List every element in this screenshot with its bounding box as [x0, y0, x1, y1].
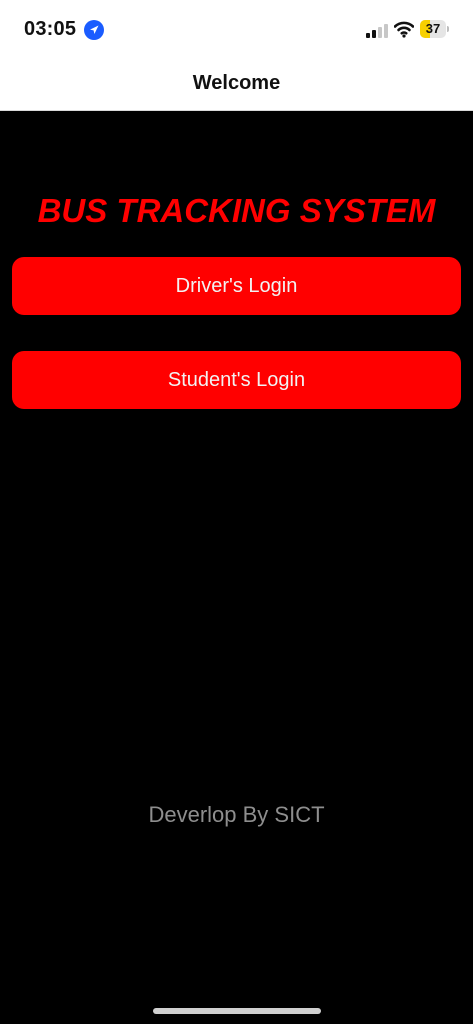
home-indicator[interactable]: [153, 1008, 321, 1014]
driver-login-button[interactable]: Driver's Login: [12, 257, 461, 315]
app-title: BUS TRACKING SYSTEM: [37, 192, 436, 229]
battery-level: 37: [425, 21, 441, 36]
status-time: 03:05: [24, 18, 77, 40]
battery-indicator: 37: [420, 20, 450, 38]
location-arrow-icon: [84, 20, 104, 40]
wifi-icon: [394, 21, 414, 38]
developer-credit: Deverlop By SICT: [148, 802, 325, 827]
page-title: Welcome: [192, 72, 281, 94]
student-login-button[interactable]: Student's Login: [12, 351, 461, 409]
navigation-bar: Welcome: [0, 58, 473, 111]
status-bar: 03:05 37: [0, 0, 473, 58]
cellular-signal-icon: [366, 24, 388, 38]
